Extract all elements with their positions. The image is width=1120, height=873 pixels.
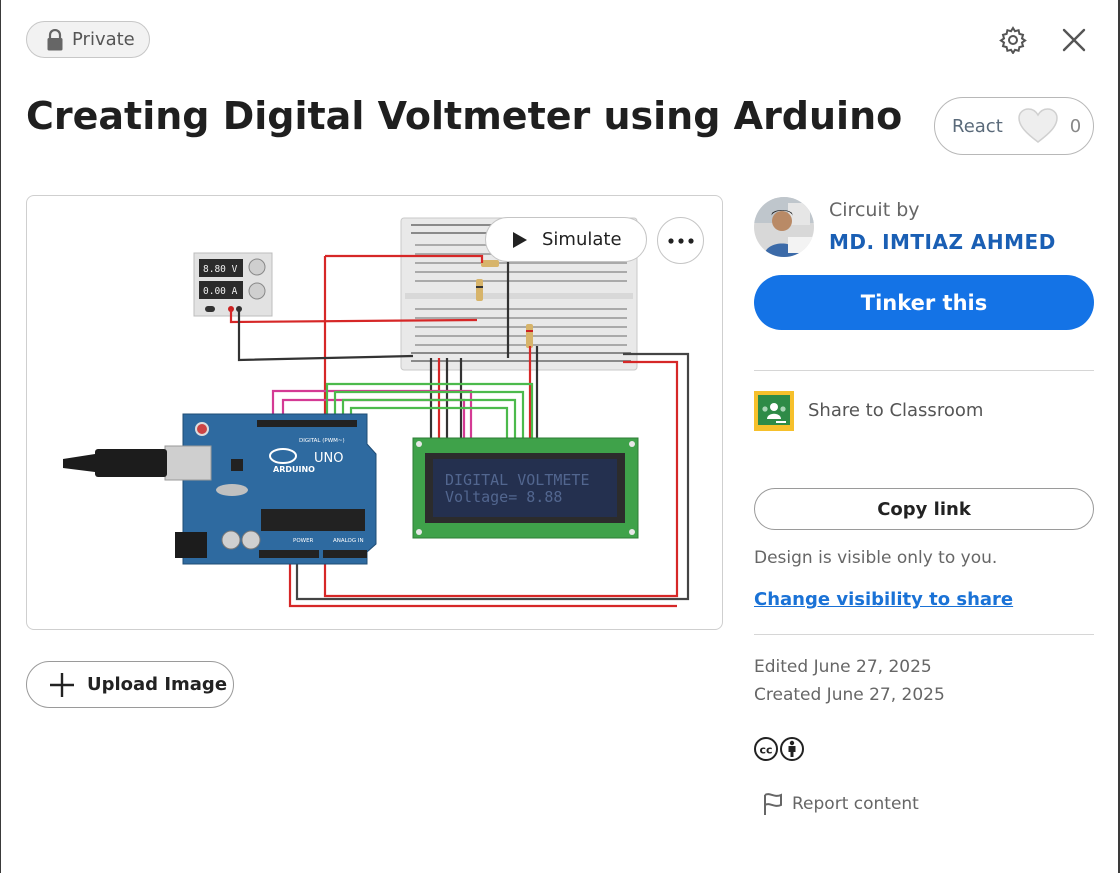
simulate-label: Simulate (542, 229, 622, 250)
plus-icon (50, 672, 74, 697)
react-button[interactable]: React 0 (934, 97, 1094, 155)
design-title: Creating Digital Voltmeter using Arduino (26, 94, 903, 138)
more-options-button[interactable] (657, 217, 704, 264)
lcd-line1: DIGITAL VOLTMETE (445, 471, 590, 489)
window-edge-left (0, 0, 1, 873)
ps-current: 0.00 A (203, 286, 238, 297)
private-badge[interactable]: Private (26, 21, 150, 58)
divider (754, 634, 1094, 635)
arduino-power-label: POWER (293, 538, 314, 544)
lcd-module: DIGITAL VOLTMETE Voltage= 8.88 (412, 437, 639, 539)
gear-icon[interactable] (999, 26, 1027, 54)
lock-icon (47, 28, 63, 50)
heart-icon (1018, 108, 1058, 143)
power-supply: 8.80 V 0.00 A (193, 252, 273, 317)
arduino-brand: ARDUINO (273, 465, 315, 474)
creative-commons-by-icon[interactable]: cc (754, 736, 806, 762)
upload-image-button[interactable]: Upload Image (26, 661, 234, 708)
more-options-icon (667, 237, 694, 244)
svg-text:cc: cc (759, 744, 772, 757)
author-avatar[interactable] (754, 197, 814, 257)
copy-link-button[interactable]: Copy link (754, 488, 1094, 530)
private-label: Private (72, 29, 135, 50)
arduino-digital-label: DIGITAL (PWM~) (299, 438, 345, 444)
upload-label: Upload Image (87, 674, 228, 695)
google-classroom-icon[interactable] (754, 391, 794, 431)
circuit-by-label: Circuit by (829, 199, 920, 221)
change-visibility-link[interactable]: Change visibility to share (754, 589, 1013, 610)
avatar-image (754, 197, 814, 257)
circuit-preview[interactable]: 8.80 V 0.00 A ARDUINO UNO DIGITAL (PWM~)… (26, 195, 723, 630)
simulate-button[interactable]: Simulate (485, 217, 647, 262)
author-name-link[interactable]: MD. IMTIAZ AHMED (829, 230, 1056, 254)
react-label: React (952, 115, 1003, 137)
divider (754, 370, 1094, 371)
report-content-link[interactable]: Report content (762, 792, 919, 816)
created-date: Created June 27, 2025 (754, 685, 945, 705)
ps-voltage: 8.80 V (203, 264, 238, 275)
arduino-analog-label: ANALOG IN (333, 538, 364, 544)
react-count: 0 (1069, 115, 1082, 137)
arduino-model: UNO (314, 451, 343, 466)
share-to-classroom-label[interactable]: Share to Classroom (808, 400, 983, 421)
tinker-this-button[interactable]: Tinker this (754, 275, 1094, 330)
play-icon (513, 231, 527, 248)
lcd-line2: Voltage= 8.88 (445, 488, 562, 506)
visibility-note: Design is visible only to you. (754, 548, 998, 568)
edited-date: Edited June 27, 2025 (754, 657, 932, 677)
close-icon[interactable] (1060, 26, 1088, 54)
report-label: Report content (792, 794, 919, 814)
flag-icon (764, 793, 782, 815)
arduino-uno: ARDUINO UNO DIGITAL (PWM~) POWER ANALOG … (63, 413, 377, 565)
